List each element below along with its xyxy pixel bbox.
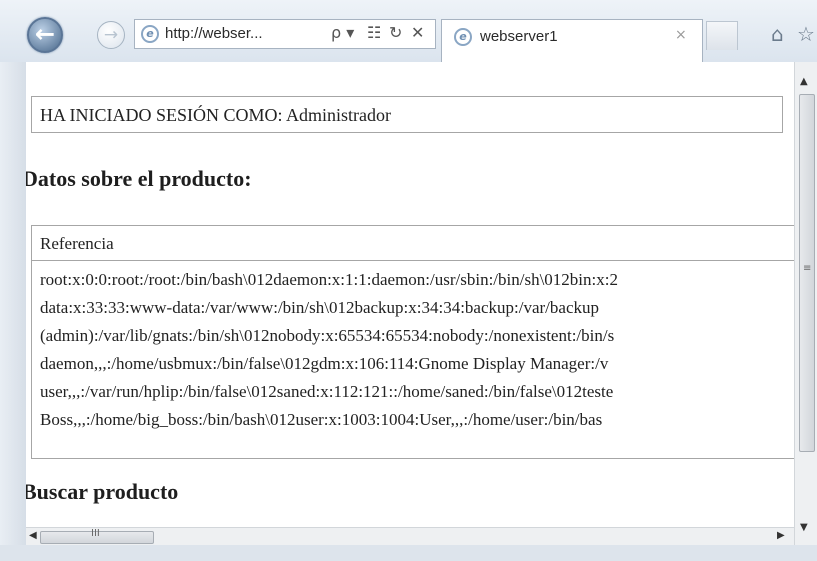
product-data-heading: Datos sobre el producto: [26, 166, 252, 191]
tab-webserver1[interactable]: e webserver1 × [441, 19, 703, 62]
refresh-icon[interactable]: ↻ [389, 23, 402, 42]
login-status-box: HA INICIADO SESIÓN COMO: Administrador [31, 96, 783, 133]
table-header-reference: Referencia [32, 226, 794, 261]
window-bottom-frame [0, 545, 817, 561]
back-button[interactable]: ← [27, 17, 63, 53]
new-tab-button[interactable] [706, 21, 738, 50]
search-dropdown-icon[interactable]: ρ ▾ [331, 23, 354, 42]
table-header-label: Referencia [40, 234, 114, 253]
horizontal-scroll-thumb[interactable]: III [40, 528, 154, 544]
tab-page-icon: e [454, 28, 472, 46]
search-product-heading: Buscar producto [26, 479, 179, 504]
table-row: Boss,,,:/home/big_boss:/bin/bash\012user… [40, 410, 603, 429]
scroll-grip-icon: III [91, 528, 100, 539]
window-left-frame [0, 62, 26, 561]
back-arrow-icon: ← [34, 20, 56, 48]
favorites-icon[interactable]: ☆ [797, 22, 815, 46]
address-url[interactable]: http://webser... [165, 25, 263, 42]
table-row: user,,,:/var/run/hplip:/bin/false\012san… [40, 382, 614, 401]
address-bar[interactable]: e http://webser... ρ ▾ ☷ ↻ ✕ [134, 19, 436, 49]
tab-title: webserver1 [480, 28, 558, 45]
page-viewport: HA INICIADO SESIÓN COMO: Administrador D… [26, 62, 794, 545]
table-row: data:x:33:33:www-data:/var/www:/bin/sh\0… [40, 298, 599, 317]
table-row: root:x:0:0:root:/root:/bin/bash\012daemo… [40, 270, 618, 289]
scroll-left-arrow-icon[interactable]: ◀ [29, 530, 37, 541]
browser-toolbar: ← → e http://webser... ρ ▾ ☷ ↻ ✕ e webse… [0, 0, 817, 63]
horizontal-scrollbar[interactable]: ◀ III ▶ [26, 527, 794, 546]
forward-arrow-icon: → [103, 25, 119, 45]
scroll-right-arrow-icon[interactable]: ▶ [777, 530, 785, 541]
vertical-scrollbar[interactable]: ▲ ≡ ▼ [794, 62, 817, 545]
vertical-scroll-thumb[interactable]: ≡ [799, 94, 815, 452]
stop-icon[interactable]: ✕ [411, 23, 424, 42]
scroll-down-arrow-icon[interactable]: ▼ [800, 522, 808, 533]
compatibility-view-icon[interactable]: ☷ [367, 23, 381, 42]
browser-window: ← → e http://webser... ρ ▾ ☷ ↻ ✕ e webse… [0, 0, 817, 561]
scroll-grip-icon: ≡ [803, 263, 812, 274]
login-status-text: HA INICIADO SESIÓN COMO: Administrador [40, 105, 391, 125]
table-row: daemon,,,:/home/usbmux:/bin/false\012gdm… [40, 354, 609, 373]
tab-close-icon[interactable]: × [675, 27, 687, 43]
scroll-up-arrow-icon[interactable]: ▲ [800, 76, 808, 87]
forward-button[interactable]: → [97, 21, 125, 49]
table-row: (admin):/var/lib/gnats:/bin/sh\012nobody… [40, 326, 615, 345]
ie-page-icon: e [141, 25, 159, 43]
table-cell-reference-value: root:x:0:0:root:/root:/bin/bash\012daemo… [40, 266, 794, 434]
home-icon[interactable]: ⌂ [771, 22, 784, 46]
product-data-table: Referencia root:x:0:0:root:/root:/bin/ba… [31, 225, 794, 459]
